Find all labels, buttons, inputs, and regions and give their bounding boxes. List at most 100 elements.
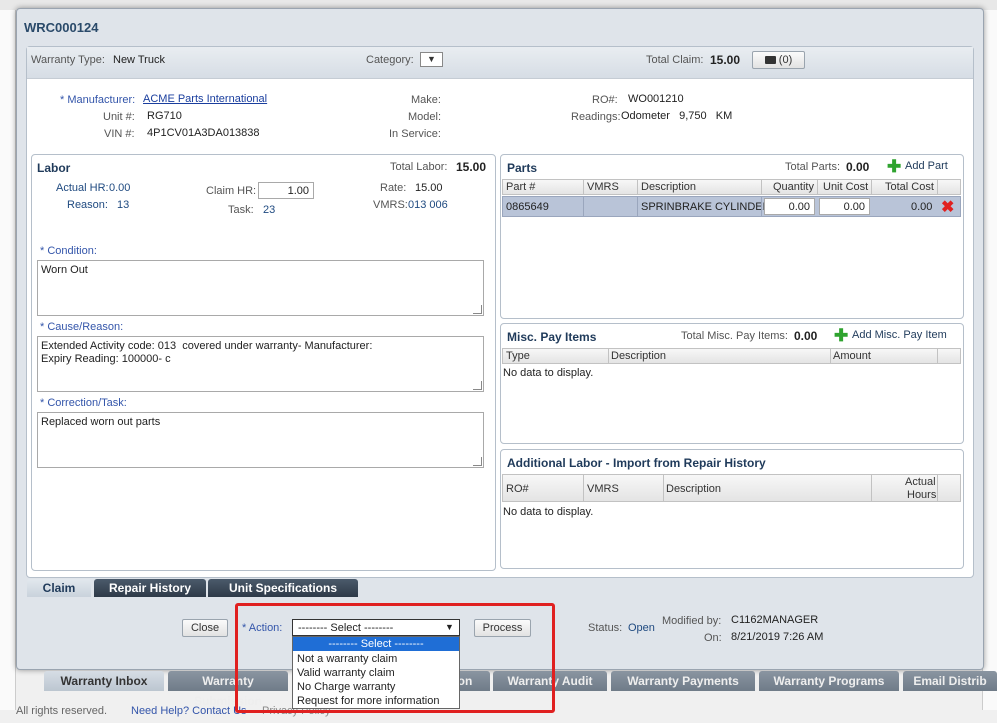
background-left-panel [0,10,16,710]
rate-value: 15.00 [415,182,443,194]
col-ro[interactable]: RO# [506,483,529,495]
quantity-input[interactable] [764,198,815,215]
part-description-cell: SPRINBRAKE CYLINDER [641,201,771,213]
col-add-description[interactable]: Description [666,483,721,495]
task-label: Task: [228,204,254,216]
part-number-cell: 0865649 [506,201,549,213]
help-link[interactable]: Need Help? Contact Us [131,705,247,717]
col-add-vmrs[interactable]: VMRS [587,483,619,495]
claim-hr-label: Claim HR: [206,185,257,197]
col-misc-description[interactable]: Description [611,350,666,362]
dialog-title: WRC000124 [24,20,99,35]
total-labor-label: Total Labor: [390,161,448,173]
manufacturer-label: * Manufacturer: [60,94,136,106]
misc-title: Misc. Pay Items [507,330,597,344]
manufacturer-link[interactable]: ACME Parts International [143,93,267,105]
camera-icon [764,56,776,65]
condition-text: Worn Out [41,264,88,276]
cause-label: * Cause/Reason: [40,321,124,333]
col-type[interactable]: Type [506,350,530,362]
copyright-text: All rights reserved. [16,705,108,717]
vmrs-label: VMRS: [373,199,408,211]
col-quantity[interactable]: Quantity [773,181,814,193]
tab-claim[interactable]: Claim [27,579,91,597]
close-button[interactable]: Close [182,619,228,637]
tab-warranty-payments[interactable]: Warranty Payments [611,671,755,691]
unit-value: RG710 [147,110,182,122]
col-total-cost[interactable]: Total Cost [885,181,934,193]
background-right-panel [982,10,997,710]
col-amount[interactable]: Amount [833,350,871,362]
total-parts-value: 0.00 [846,160,870,174]
additional-grid-header: RO# VMRS Description Actual Hours [502,474,961,502]
modified-by-value: C1162MANAGER [731,614,819,626]
tab-repair-history[interactable]: Repair History [94,579,206,597]
total-cost-cell: 0.00 [911,201,933,213]
col-hours[interactable]: Hours [907,489,936,501]
category-label: Category: [366,54,414,66]
vin-value: 4P1CV01A3DA013838 [147,127,260,139]
parts-title: Parts [507,161,538,175]
reason-label: Reason: [67,199,108,211]
actual-hr-label: Actual HR: [56,182,109,194]
resize-grip-icon[interactable] [473,457,482,466]
tab-warranty-inbox[interactable]: Warranty Inbox [44,671,164,691]
make-label: Make: [411,94,441,106]
in-service-label: In Service: [389,128,441,140]
ro-value: WO001210 [628,93,684,105]
category-select[interactable]: ▼ [420,52,443,67]
col-actual[interactable]: Actual [905,476,936,488]
ro-label: RO#: [592,94,618,106]
readings-value: Odometer 9,750 KM [621,110,733,122]
tab-email-distribution[interactable]: Email Distrib [903,671,997,691]
correction-textarea[interactable]: Replaced worn out parts [37,412,484,468]
warranty-type-value: New Truck [113,54,165,66]
correction-text: Replaced worn out parts [41,416,161,428]
misc-empty-text: No data to display. [503,367,594,379]
parts-table-row[interactable]: 0865649 SPRINBRAKE CYLINDER 0.00 ✖ [502,196,961,217]
additional-empty-text: No data to display. [503,506,594,518]
col-description[interactable]: Description [641,181,696,193]
add-misc-plus-icon[interactable]: ✚ [834,326,848,346]
vmrs-value: 013 006 [408,199,448,211]
cause-text: Extended Activity code: 013 covered unde… [41,340,373,365]
total-claim-value: 15.00 [710,53,741,67]
col-vmrs[interactable]: VMRS [587,181,619,193]
model-label: Model: [408,111,442,123]
highlight-box [235,603,555,713]
condition-textarea[interactable]: Worn Out [37,260,484,316]
unit-cost-input[interactable] [819,198,870,215]
correction-label: * Correction/Task: [40,397,127,409]
misc-grid-header: Type Description Amount [502,348,961,364]
actual-hr-value: 0.00 [109,182,131,194]
attachment-count: (0) [778,54,793,66]
modified-on-label: On: [704,632,722,644]
attachments-button[interactable]: (0) [752,51,805,69]
total-parts-label: Total Parts: [785,161,841,173]
claim-hr-input[interactable] [258,182,314,199]
col-unit-cost[interactable]: Unit Cost [823,181,868,193]
status-value: Open [628,622,655,634]
additional-title: Additional Labor - Import from Repair Hi… [507,456,766,470]
labor-title: Labor [37,161,71,175]
task-value: 23 [263,204,276,216]
rate-label: Rate: [380,182,407,194]
readings-label: Readings: [571,111,621,123]
resize-grip-icon[interactable] [473,381,482,390]
total-misc-value: 0.00 [794,329,818,343]
condition-label: * Condition: [40,245,97,257]
delete-x-icon[interactable]: ✖ [941,197,954,217]
add-part-plus-icon[interactable]: ✚ [887,157,901,177]
total-labor-value: 15.00 [456,160,487,174]
col-part-number[interactable]: Part # [506,181,535,193]
tab-warranty-programs[interactable]: Warranty Programs [759,671,899,691]
total-misc-label: Total Misc. Pay Items: [681,330,788,342]
add-part-link[interactable]: Add Part [905,160,948,172]
add-misc-link[interactable]: Add Misc. Pay Item [852,329,947,341]
tab-unit-specifications[interactable]: Unit Specifications [208,579,358,597]
warranty-type-label: Warranty Type: [31,54,105,66]
modified-on-value: 8/21/2019 7:26 AM [731,631,824,643]
resize-grip-icon[interactable] [473,305,482,314]
cause-textarea[interactable]: Extended Activity code: 013 covered unde… [37,336,484,392]
parts-grid-header: Part # VMRS Description Quantity Unit Co… [502,179,961,195]
